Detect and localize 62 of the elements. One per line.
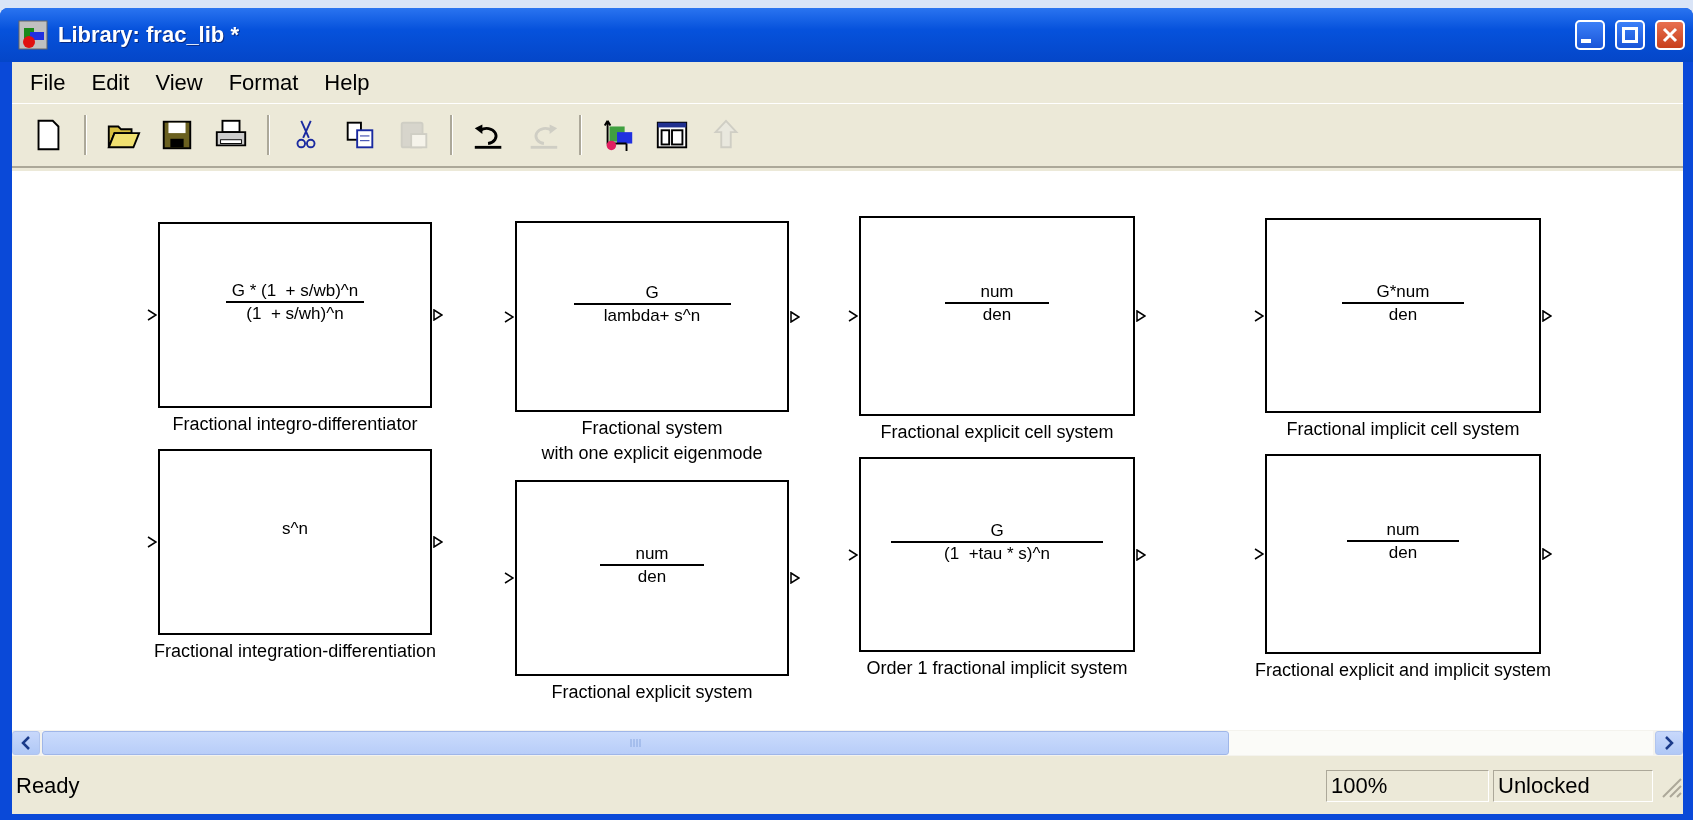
status-message: Ready (15, 773, 81, 799)
numerator: num (945, 281, 1049, 304)
window-title: Library: frac_lib * (58, 22, 240, 48)
input-port-icon (504, 310, 514, 323)
right-chevron-icon (1664, 736, 1674, 750)
close-icon (1662, 27, 1678, 43)
block-label: Order 1 fractional implicit system (865, 657, 1129, 680)
menu-item[interactable]: Help (314, 65, 380, 100)
close-button[interactable] (1655, 20, 1685, 50)
input-port-icon (147, 536, 157, 548)
maximize-button[interactable] (1615, 20, 1645, 50)
block-label: Fractional integration-differentiation (153, 640, 437, 663)
menu-item[interactable]: Format (218, 65, 309, 100)
scrollbar-thumb[interactable] (42, 731, 1229, 755)
scroll-left-button[interactable] (12, 731, 40, 755)
input-port-icon (147, 309, 157, 321)
denominator: den (982, 304, 1012, 325)
denominator: den (1388, 303, 1418, 325)
numerator: G * (1 + s/wb)^n (225, 280, 365, 303)
zoom-level: 100% (1326, 770, 1489, 802)
output-port-icon (433, 536, 443, 548)
output-port-icon (1542, 548, 1552, 560)
block-label: Fractional explicit system (550, 681, 754, 704)
denominator: den (1388, 542, 1418, 563)
input-port-icon (848, 310, 858, 322)
output-port-icon (433, 309, 443, 321)
numerator: num (1347, 519, 1459, 542)
numerator: G (891, 519, 1103, 543)
output-port-icon (790, 310, 800, 323)
minimize-icon (1581, 39, 1591, 43)
numerator: G (573, 281, 731, 305)
denominator: den (637, 566, 667, 587)
denominator: (1 + s/wh)^n (246, 303, 344, 324)
block-label: Fractional system with one explicit eigenmode (540, 417, 764, 465)
output-port-icon (1542, 309, 1552, 322)
denominator: (1 +tau * s)^n (944, 542, 1050, 564)
menu-item[interactable]: File (20, 65, 76, 100)
output-port-icon (1136, 548, 1146, 561)
left-chevron-icon (21, 736, 31, 750)
lock-status: Unlocked (1493, 770, 1653, 802)
horizontal-scrollbar[interactable] (42, 731, 1653, 755)
grip-icon (629, 738, 642, 748)
output-port-icon (790, 572, 800, 584)
output-port-icon (1136, 310, 1146, 322)
denominator: lambda+ s^n (603, 304, 701, 326)
menu-item[interactable]: View (145, 65, 213, 100)
numerator: num (600, 543, 704, 566)
block-label: Fractional explicit cell system (879, 421, 1115, 444)
block-label: Fractional implicit cell system (1285, 418, 1521, 441)
input-port-icon (1254, 309, 1264, 322)
minimize-button[interactable] (1575, 20, 1605, 50)
block-label: Fractional integro-differentiator (171, 413, 419, 436)
input-port-icon (848, 548, 858, 561)
app-icon (18, 20, 48, 50)
numerator: G*num (1342, 280, 1464, 304)
menu-item[interactable]: Edit (81, 65, 140, 100)
input-port-icon (1254, 548, 1264, 560)
input-port-icon (504, 572, 514, 584)
scroll-right-button[interactable] (1655, 731, 1683, 755)
block-label: Fractional explicit and implicit system (1253, 659, 1553, 682)
block-expression: s^n (282, 519, 308, 539)
maximize-icon (1622, 27, 1638, 43)
